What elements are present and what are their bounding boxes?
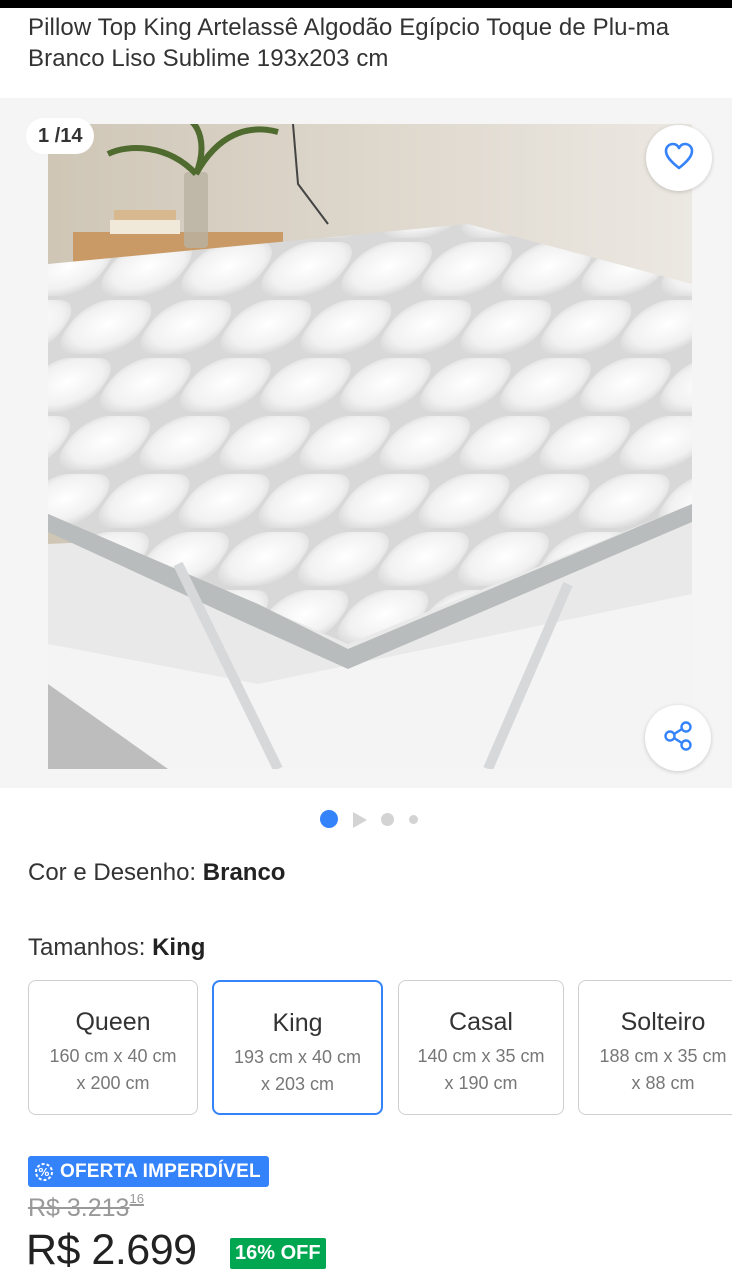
color-attribute: Cor e Desenho: Branco <box>28 859 285 887</box>
mattress-topper-image <box>48 124 692 769</box>
image-counter: 1 /14 <box>26 118 95 154</box>
size-option-casal[interactable]: Casal 140 cm x 35 cm x 190 cm <box>398 980 564 1115</box>
product-photo[interactable] <box>48 124 692 769</box>
discount-badge: 16% OFF <box>230 1238 326 1269</box>
favorite-button[interactable] <box>646 125 712 191</box>
offer-badge: % OFERTA IMPERDÍVEL <box>28 1156 269 1187</box>
heart-icon <box>664 142 694 175</box>
size-option-dimensions: 160 cm x 40 cm x 200 cm <box>49 1046 177 1093</box>
size-option-name: Casal <box>449 1008 513 1036</box>
gallery-pagination <box>0 808 732 830</box>
size-option-king[interactable]: King 193 cm x 40 cm x 203 cm <box>212 980 383 1115</box>
size-option-solteiro[interactable]: Solteiro 188 cm x 35 cm x 88 cm <box>578 980 732 1115</box>
video-play-icon[interactable] <box>352 811 368 834</box>
original-price-integer: R$ 3.213 <box>28 1194 130 1222</box>
size-value: King <box>152 934 206 961</box>
pagination-dot[interactable] <box>409 815 418 824</box>
product-title: Pillow Top King Artelassê Algodão Egípci… <box>28 14 670 72</box>
color-value: Branco <box>202 859 286 886</box>
share-icon <box>663 720 693 756</box>
image-gallery[interactable]: 1 /14 <box>0 98 732 788</box>
size-label: Tamanhos: <box>28 934 146 961</box>
offer-badge-label: OFERTA IMPERDÍVEL <box>60 1160 261 1182</box>
svg-text:%: % <box>38 1166 49 1179</box>
size-option-name: Solteiro <box>620 1008 706 1036</box>
pagination-dot-active[interactable] <box>320 810 338 828</box>
size-option-dimensions: 188 cm x 35 cm x 88 cm <box>599 1046 727 1093</box>
size-option-dimensions: 193 cm x 40 cm x 203 cm <box>233 1047 362 1094</box>
size-option-name: Queen <box>75 1008 151 1036</box>
original-price-cents: 16 <box>129 1190 144 1206</box>
size-attribute: Tamanhos: King <box>28 934 205 962</box>
color-label: Cor e Desenho: <box>28 859 197 886</box>
share-button[interactable] <box>645 705 711 771</box>
size-options: Queen 160 cm x 40 cm x 200 cm King 193 c… <box>0 980 732 1116</box>
original-price: R$ 3.21316 <box>28 1190 144 1223</box>
status-bar <box>0 0 732 8</box>
pagination-dot[interactable] <box>381 813 394 826</box>
size-option-name: King <box>272 1009 323 1037</box>
gear-badge-icon: % <box>34 1162 54 1182</box>
current-price: R$ 2.699 <box>26 1226 197 1274</box>
size-option-queen[interactable]: Queen 160 cm x 40 cm x 200 cm <box>28 980 198 1115</box>
size-option-dimensions: 140 cm x 35 cm x 190 cm <box>417 1046 545 1093</box>
